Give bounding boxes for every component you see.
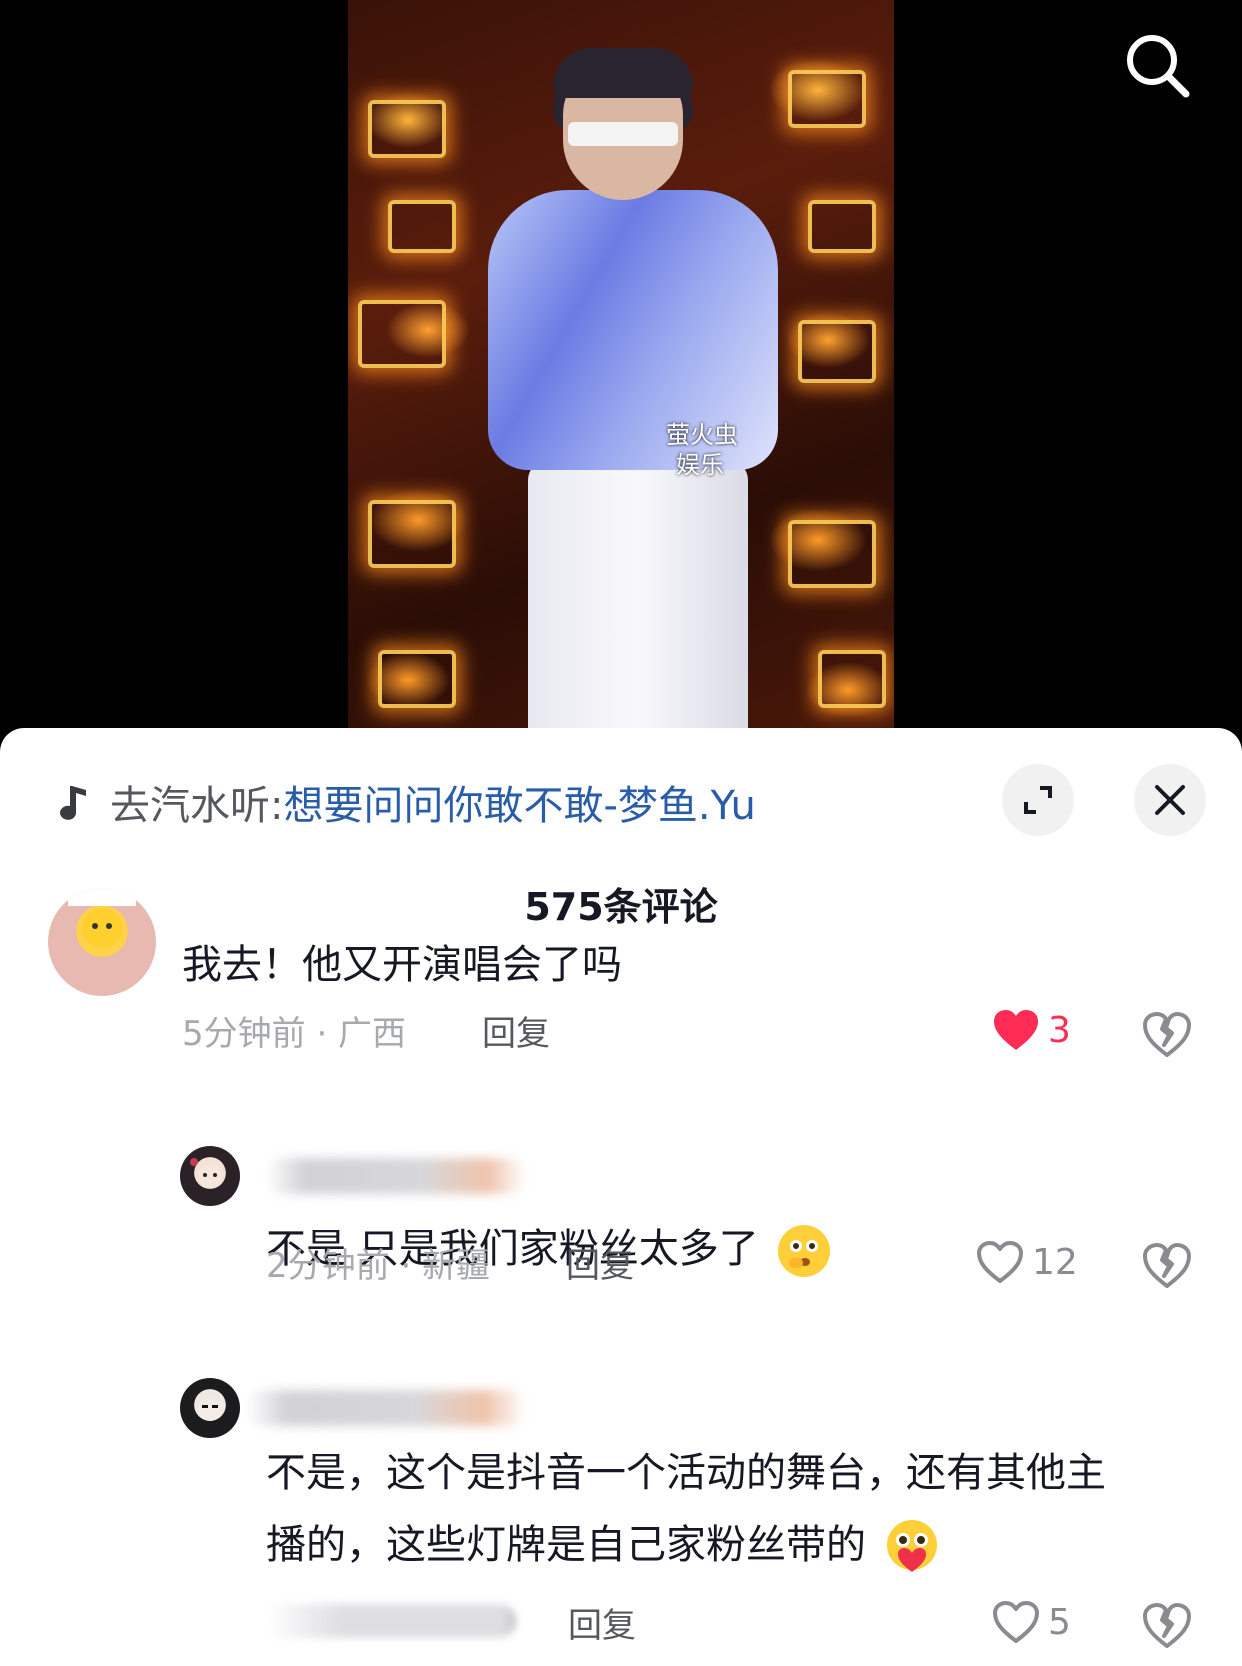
close-icon bbox=[1155, 785, 1185, 815]
like-count: 12 bbox=[1032, 1241, 1078, 1283]
like-button[interactable]: 12 bbox=[976, 1240, 1078, 1284]
like-button[interactable]: 3 bbox=[992, 1008, 1071, 1052]
reply-button[interactable]: 回复 bbox=[482, 1006, 550, 1055]
dark-hair-avatar-icon bbox=[198, 1397, 222, 1421]
sunflower-avatar-icon bbox=[68, 888, 136, 948]
dislike-button[interactable] bbox=[1142, 1242, 1192, 1290]
comments-sheet: 去汽水听: 想要问问你敢不敢-梦鱼.Yu 575条评论 我去！他又开演唱会了吗 … bbox=[0, 728, 1242, 1666]
video-frame[interactable]: 萤火虫 娱乐 bbox=[348, 0, 894, 730]
heart-outline-icon bbox=[993, 1601, 1039, 1643]
comment-count-title: 575条评论 bbox=[524, 885, 718, 929]
blurred-username bbox=[246, 1390, 526, 1426]
avatar[interactable] bbox=[48, 888, 156, 996]
performer-figure bbox=[468, 40, 788, 730]
music-song-title[interactable]: 想要问问你敢不敢-梦鱼.Yu bbox=[283, 773, 755, 831]
close-button[interactable] bbox=[1134, 764, 1206, 836]
music-prefix: 去汽水听: bbox=[110, 783, 284, 829]
reply-button[interactable]: 回复 bbox=[568, 1598, 636, 1647]
expand-button[interactable] bbox=[1002, 764, 1074, 836]
blurred-meta bbox=[266, 1604, 516, 1638]
comment-text: 我去！他又开演唱会了吗 bbox=[182, 942, 622, 988]
video-player[interactable]: 萤火虫 娱乐 bbox=[0, 0, 1242, 740]
blurred-username bbox=[266, 1158, 526, 1194]
search-button[interactable] bbox=[1120, 28, 1194, 102]
like-count: 3 bbox=[1048, 1009, 1071, 1051]
avatar[interactable] bbox=[180, 1378, 240, 1438]
comment-meta: 5分钟前 · 广西 bbox=[182, 1014, 407, 1054]
thinking-face-emoji bbox=[778, 1225, 831, 1277]
heart-hug-face-emoji bbox=[886, 1520, 937, 1572]
heart-filled-icon bbox=[994, 1010, 1038, 1050]
comment-text: 不是，这个是抖音一个活动的舞台，还有其他主 bbox=[266, 1450, 1106, 1496]
music-link[interactable]: 去汽水听: 想要问问你敢不敢-梦鱼.Yu bbox=[52, 772, 756, 832]
comment-meta: 2分钟前 · 新疆 bbox=[266, 1246, 491, 1286]
video-watermark: 萤火虫 娱乐 bbox=[666, 421, 738, 479]
music-note-icon bbox=[60, 786, 86, 820]
dislike-button[interactable] bbox=[1142, 1602, 1192, 1650]
broken-heart-icon bbox=[1143, 1603, 1191, 1648]
avatar[interactable] bbox=[180, 1146, 240, 1206]
expand-icon bbox=[1024, 786, 1052, 814]
broken-heart-icon bbox=[1143, 1012, 1191, 1057]
like-button[interactable]: 5 bbox=[992, 1600, 1071, 1644]
like-count: 5 bbox=[1048, 1601, 1071, 1643]
reply-button[interactable]: 回复 bbox=[566, 1238, 634, 1287]
broken-heart-icon bbox=[1143, 1243, 1191, 1288]
girl-avatar-icon bbox=[190, 1158, 222, 1188]
dislike-button[interactable] bbox=[1142, 1011, 1192, 1059]
search-icon bbox=[1127, 35, 1190, 98]
heart-outline-icon bbox=[977, 1241, 1023, 1283]
comment-text: 播的，这些灯牌是自己家粉丝带的 bbox=[266, 1508, 941, 1582]
